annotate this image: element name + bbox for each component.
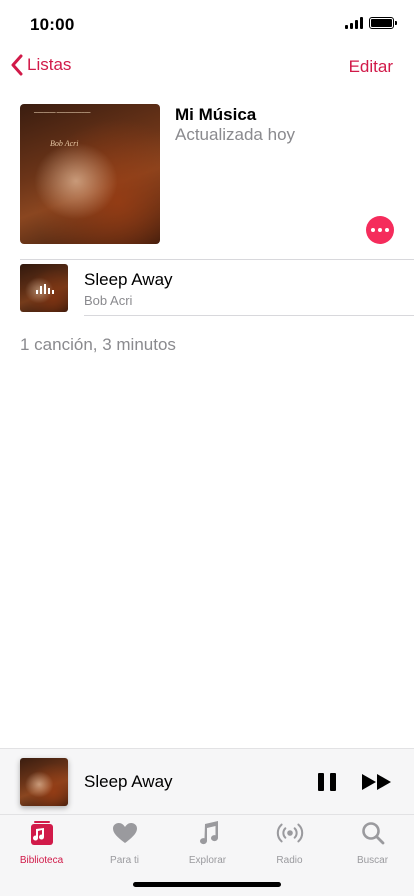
status-time: 10:00: [30, 15, 75, 34]
song-artwork: [20, 264, 68, 312]
mini-player-title: Sleep Away: [84, 772, 173, 791]
cellular-signal-icon: [345, 17, 363, 29]
tab-label: Radio: [276, 855, 303, 866]
music-note-icon: [194, 819, 222, 847]
back-button[interactable]: Listas: [10, 54, 71, 76]
navigation-bar: Listas Editar: [0, 48, 414, 92]
mini-player[interactable]: Sleep Away: [0, 748, 414, 814]
artwork-artist-text: Bob Acri: [50, 139, 79, 148]
more-options-button[interactable]: [366, 216, 394, 244]
pause-button[interactable]: [318, 771, 336, 793]
tab-label: Biblioteca: [19, 855, 64, 866]
tab-biblioteca[interactable]: Biblioteca: [0, 819, 83, 869]
battery-icon: [369, 17, 397, 29]
tab-buscar[interactable]: Buscar: [331, 819, 414, 869]
now-playing-bars-icon: [36, 284, 54, 294]
library-icon: [28, 819, 56, 847]
artwork-caption: ▔▔▔▔▔▔▔ ▔▔▔▔▔▔▔▔▔▔▔: [34, 112, 91, 117]
divider: [84, 315, 414, 316]
tab-label: Explorar: [188, 855, 227, 866]
tab-para-ti[interactable]: Para ti: [83, 819, 166, 869]
heart-icon: [111, 819, 139, 847]
tab-label: Buscar: [356, 855, 389, 866]
ellipsis-icon: [371, 228, 375, 232]
playlist-header: ▔▔▔▔▔▔▔ ▔▔▔▔▔▔▔▔▔▔▔ Bob Acri Mi Música A…: [20, 104, 414, 259]
song-row[interactable]: Sleep Away Bob Acri: [0, 260, 414, 316]
playlist-artwork[interactable]: ▔▔▔▔▔▔▔ ▔▔▔▔▔▔▔▔▔▔▔ Bob Acri: [20, 104, 160, 244]
status-icons: [345, 17, 397, 29]
tab-explorar[interactable]: Explorar: [166, 819, 249, 869]
song-title: Sleep Away: [84, 270, 173, 289]
search-icon: [359, 819, 387, 847]
chevron-left-icon: [11, 54, 23, 76]
home-indicator[interactable]: [133, 882, 281, 887]
playlist-summary: 1 canción, 3 minutos: [20, 335, 176, 354]
back-button-label: Listas: [27, 55, 72, 74]
song-artist: Bob Acri: [84, 293, 133, 308]
skip-forward-button[interactable]: [361, 771, 393, 793]
radio-icon: [276, 819, 304, 847]
mini-player-artwork: [20, 758, 68, 806]
status-bar: 10:00: [0, 0, 414, 48]
tab-label: Para ti: [110, 855, 139, 866]
notch: [95, 0, 319, 32]
edit-button[interactable]: Editar: [349, 57, 393, 77]
music-app-screen: 10:00 Listas Editar ▔▔▔▔▔▔▔ ▔▔▔▔▔▔▔▔▔▔▔ …: [0, 0, 414, 896]
playlist-title: Mi Música: [175, 105, 257, 124]
playlist-subtitle: Actualizada hoy: [175, 125, 296, 144]
tab-radio[interactable]: Radio: [248, 819, 331, 869]
